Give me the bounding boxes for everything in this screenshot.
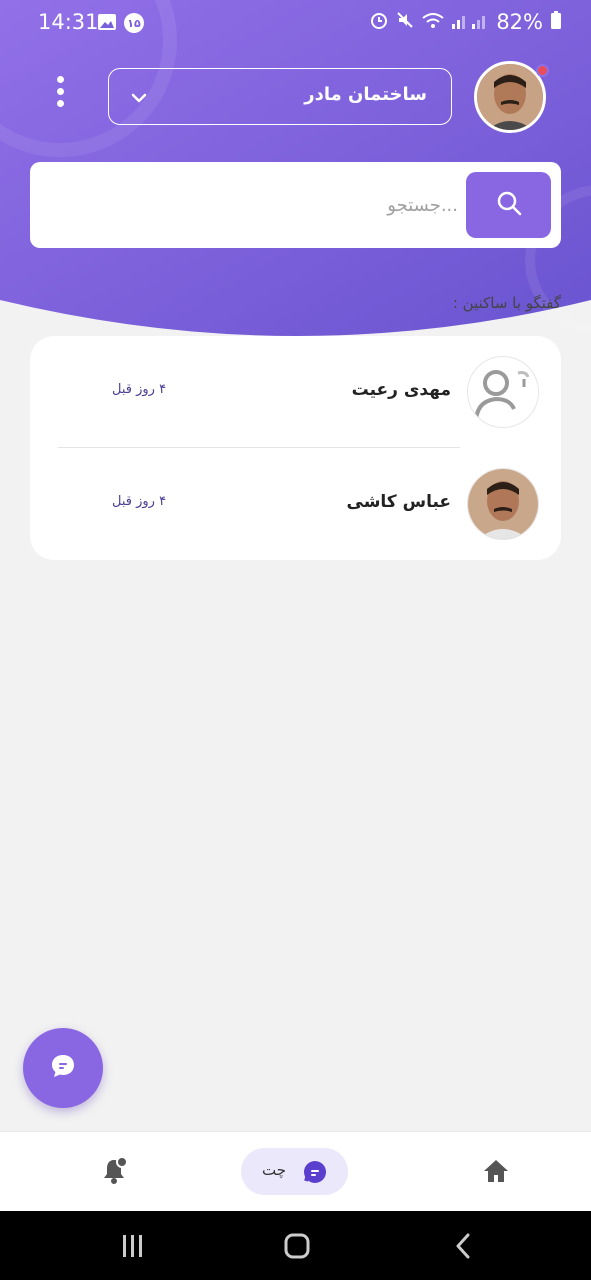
chat-item-name: مهدی رعیت — [351, 380, 451, 400]
search-icon — [495, 189, 523, 221]
recent-apps-button[interactable] — [121, 1234, 145, 1262]
home-icon[interactable] — [482, 1158, 510, 1188]
chat-list: مهدی رعیت ۴ روز قبل عباس کاشی ۴ روز قبل — [30, 336, 561, 560]
nav-tab-chat-label: چت — [262, 1161, 287, 1179]
chevron-down-icon — [131, 89, 147, 108]
system-home-button[interactable] — [284, 1233, 310, 1263]
battery-percent: 82% — [496, 10, 543, 34]
chat-item-name: عباس کاشی — [346, 492, 452, 512]
alarm-icon — [370, 10, 388, 34]
status-bar: 14:31 ۱۵ 82% — [0, 0, 591, 46]
signal-icon — [452, 10, 488, 34]
gallery-icon — [98, 11, 116, 35]
chat-item[interactable]: عباس کاشی ۴ روز قبل — [30, 448, 561, 560]
chat-item-time: ۴ روز قبل — [112, 494, 167, 509]
building-selector-label: ساختمان مادر — [304, 84, 427, 105]
notification-count-badge: ۱۵ — [124, 13, 144, 33]
system-navigation-bar — [0, 1211, 591, 1280]
chat-icon — [302, 1159, 328, 1189]
chat-bubble-icon — [49, 1052, 77, 1084]
battery-icon — [551, 10, 561, 34]
back-button[interactable] — [455, 1233, 471, 1263]
status-time: 14:31 — [38, 10, 99, 34]
search-bar — [30, 162, 561, 248]
bell-icon[interactable] — [102, 1156, 128, 1188]
user-avatar — [467, 468, 539, 540]
user-placeholder-avatar — [467, 356, 539, 428]
nav-tab-chat[interactable]: چت — [241, 1148, 348, 1195]
new-chat-fab[interactable] — [23, 1028, 103, 1108]
mute-icon — [396, 10, 414, 34]
chat-item[interactable]: مهدی رعیت ۴ روز قبل — [30, 336, 561, 448]
chat-item-time: ۴ روز قبل — [112, 382, 167, 397]
more-options-button[interactable] — [52, 76, 68, 116]
section-title: گفتگو با ساکنین : — [452, 294, 561, 312]
building-selector[interactable]: ساختمان مادر — [108, 68, 452, 125]
wifi-icon — [422, 10, 444, 34]
search-input[interactable] — [50, 182, 458, 228]
bottom-navigation: چت — [0, 1131, 591, 1211]
search-button[interactable] — [466, 172, 551, 238]
online-status-dot — [536, 64, 549, 77]
